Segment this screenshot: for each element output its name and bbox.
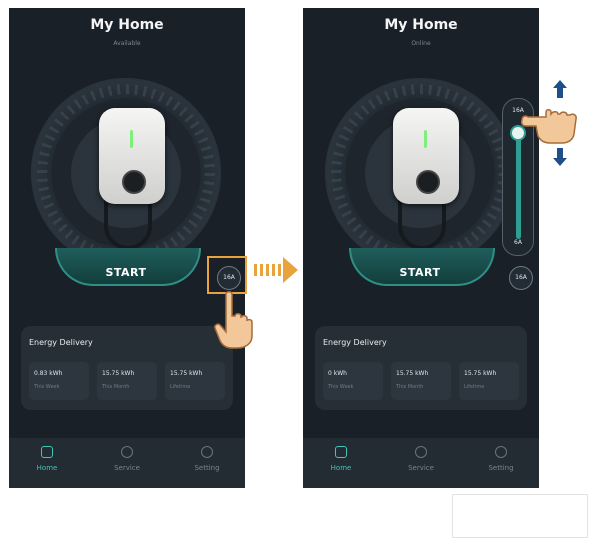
nav-item-service[interactable]: Service (97, 446, 157, 472)
energy-cell-lifetime: 15.75 kWh Lifetime (165, 362, 225, 400)
energy-label: Lifetime (170, 384, 191, 390)
energy-cell-month: 15.75 kWh This Month (391, 362, 451, 400)
energy-label: This Week (34, 384, 60, 390)
slider-min-label: 6A (514, 239, 522, 246)
bottom-nav: Home Service Setting (9, 438, 245, 488)
setting-icon (495, 446, 507, 458)
energy-cell-week: 0.83 kWh This Week (29, 362, 89, 400)
energy-delivery-card: Energy Delivery 0.83 kWh This Week 15.75… (21, 326, 233, 410)
right-phone-screen: My Home Online START 16A 6A 16A Energy D… (303, 8, 539, 488)
energy-title: Energy Delivery (29, 338, 93, 347)
charger-socket (416, 170, 440, 194)
current-setting-button[interactable]: 16A (509, 266, 533, 290)
energy-label: This Month (396, 384, 424, 390)
nav-label: Home (36, 464, 58, 472)
nav-label: Setting (488, 464, 514, 472)
energy-label: This Week (328, 384, 354, 390)
charger-led (130, 130, 133, 148)
status-subtitle: Online (411, 40, 431, 47)
charger-image (393, 108, 459, 204)
energy-value: 0.83 kWh (34, 370, 63, 377)
arrow-down-icon (553, 148, 567, 166)
start-button-label[interactable]: START (349, 266, 491, 279)
energy-delivery-card: Energy Delivery 0 kWh This Week 15.75 kW… (315, 326, 527, 410)
nav-label: Setting (194, 464, 220, 472)
status-subtitle: Available (113, 40, 141, 47)
bottom-nav: Home Service Setting (303, 438, 539, 488)
start-button-label[interactable]: START (55, 266, 197, 279)
nav-item-service[interactable]: Service (391, 446, 451, 472)
service-icon (121, 446, 133, 458)
left-phone-screen: My Home Available START 16A Energy Deliv… (9, 8, 245, 488)
home-icon (41, 446, 53, 458)
empty-box (452, 494, 588, 538)
home-icon (335, 446, 347, 458)
energy-value: 15.75 kWh (102, 370, 135, 377)
energy-value: 0 kWh (328, 370, 347, 377)
slider-track[interactable] (516, 131, 521, 239)
arrow-up-icon (553, 80, 567, 98)
charger-image (99, 108, 165, 204)
energy-value: 15.75 kWh (170, 370, 203, 377)
charger-socket (122, 170, 146, 194)
nav-item-home[interactable]: Home (311, 446, 371, 472)
nav-item-setting[interactable]: Setting (177, 446, 237, 472)
nav-label: Home (330, 464, 352, 472)
highlight-box (207, 256, 247, 294)
energy-label: Lifetime (464, 384, 485, 390)
page-title: My Home (90, 17, 164, 33)
energy-value: 15.75 kWh (464, 370, 497, 377)
charger-led (424, 130, 427, 148)
transition-arrow-icon (254, 257, 298, 283)
energy-label: This Month (102, 384, 130, 390)
setting-icon (201, 446, 213, 458)
nav-item-home[interactable]: Home (17, 446, 77, 472)
service-icon (415, 446, 427, 458)
energy-value: 15.75 kWh (396, 370, 429, 377)
nav-label: Service (114, 464, 140, 472)
energy-title: Energy Delivery (323, 338, 387, 347)
page-title: My Home (384, 17, 458, 33)
dragging-hand-icon (520, 109, 577, 144)
energy-cell-month: 15.75 kWh This Month (97, 362, 157, 400)
nav-label: Service (408, 464, 434, 472)
pointing-hand-icon (214, 291, 253, 349)
nav-item-setting[interactable]: Setting (471, 446, 531, 472)
energy-cell-lifetime: 15.75 kWh Lifetime (459, 362, 519, 400)
energy-cell-week: 0 kWh This Week (323, 362, 383, 400)
